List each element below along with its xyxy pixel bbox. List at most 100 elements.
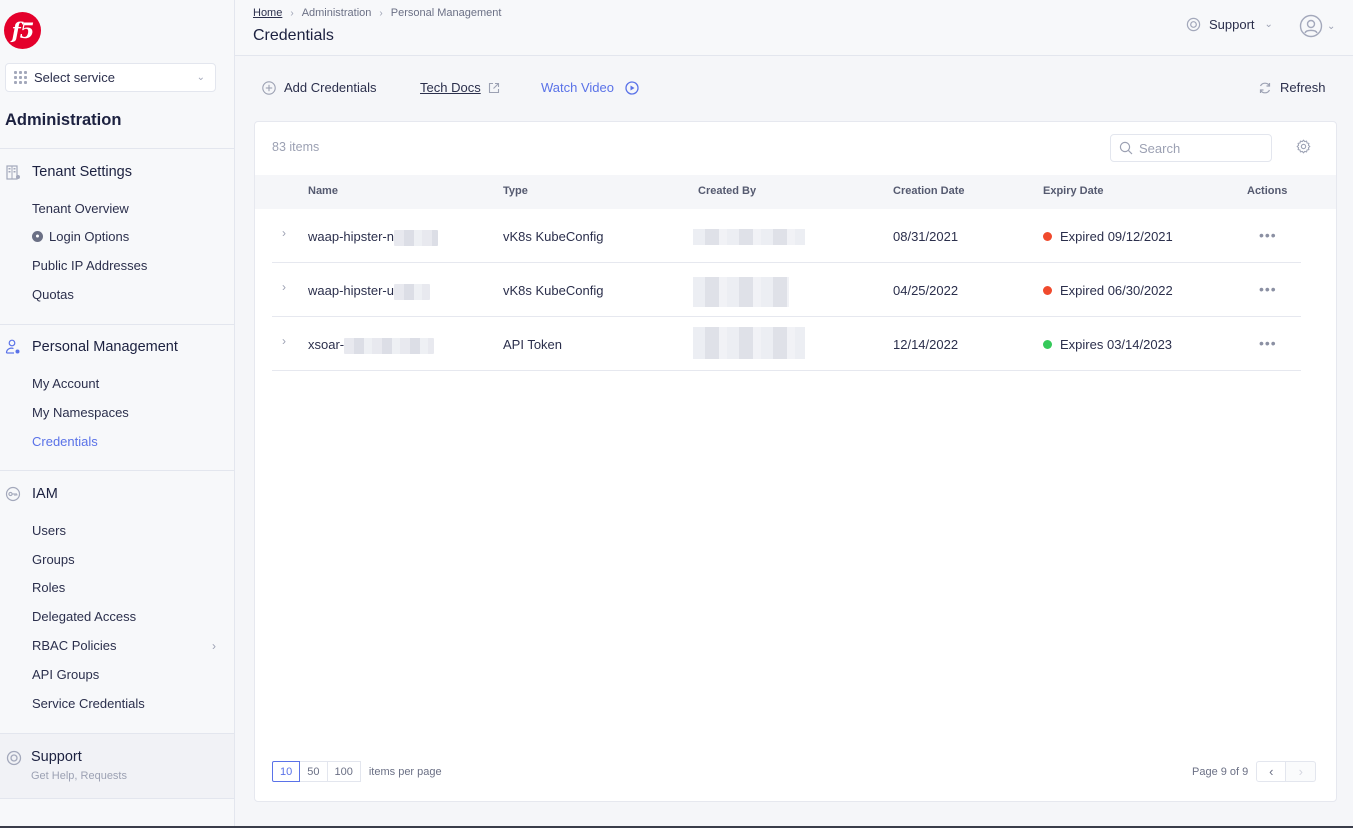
breadcrumb-home[interactable]: Home: [253, 7, 282, 19]
nav-label: Login Options: [49, 229, 130, 244]
search-icon: [1119, 141, 1133, 155]
add-credentials-button[interactable]: Add Credentials: [262, 80, 377, 95]
chevron-down-icon: ⌄: [1327, 20, 1336, 32]
next-page-button[interactable]: ›: [1286, 761, 1317, 782]
sidebar-item-users[interactable]: Users: [32, 523, 66, 538]
row-actions-menu-icon[interactable]: •••: [1259, 281, 1277, 297]
user-circle-icon: [1299, 14, 1323, 38]
table-row[interactable]: › waap-hipster-n vK8s KubeConfig 08/31/2…: [272, 209, 1301, 263]
credentials-table-card: 83 items Name Type Created By Creation D…: [254, 121, 1337, 802]
status-expired-dot: [1043, 232, 1052, 242]
refresh-button[interactable]: Refresh: [1258, 80, 1326, 95]
column-header-name[interactable]: Name: [308, 185, 338, 197]
sidebar-section-tenant-settings[interactable]: Tenant Settings: [5, 164, 132, 180]
column-header-actions: Actions: [1247, 185, 1288, 197]
column-header-created-by[interactable]: Created By: [698, 185, 756, 197]
table-settings-button[interactable]: [1296, 139, 1311, 159]
row-actions-menu-icon[interactable]: •••: [1259, 227, 1277, 243]
section-label: Personal Management: [32, 339, 178, 355]
sidebar-support[interactable]: Support Get Help, Requests: [0, 733, 234, 799]
redacted-created-by: [693, 327, 805, 359]
support-menu-label: Support: [1209, 17, 1255, 32]
expand-row-chevron-icon[interactable]: ›: [282, 280, 286, 294]
select-service-dropdown[interactable]: Select service ⌄: [5, 63, 216, 92]
support-menu-button[interactable]: Support ⌄: [1186, 17, 1273, 32]
sidebar-item-my-account[interactable]: My Account: [32, 376, 99, 391]
sidebar-item-login-options[interactable]: ● Login Options: [32, 229, 129, 244]
breadcrumb-administration[interactable]: Administration: [302, 7, 372, 19]
per-page-option-10[interactable]: 10: [272, 761, 301, 782]
search-field[interactable]: [1110, 134, 1272, 162]
plus-circle-icon: [262, 80, 276, 95]
redacted-block: [394, 283, 430, 300]
select-service-label: Select service: [34, 70, 115, 85]
user-gear-icon: [5, 339, 21, 355]
cell-name: waap-hipster-u: [308, 283, 430, 300]
sidebar-item-tenant-overview[interactable]: Tenant Overview: [32, 201, 129, 216]
column-header-creation-date[interactable]: Creation Date: [893, 185, 965, 197]
watch-video-label: Watch Video: [541, 80, 614, 95]
table-row[interactable]: › xsoar- API Token 12/14/2022 Expires 03…: [272, 317, 1301, 371]
expand-row-chevron-icon[interactable]: ›: [282, 226, 286, 240]
cell-creation-date: 12/14/2022: [893, 337, 959, 352]
nav-label: Groups: [32, 552, 75, 567]
per-page-label: items per page: [368, 765, 442, 778]
items-count: 83 items: [272, 140, 320, 154]
column-header-expiry-date[interactable]: Expiry Date: [1043, 185, 1104, 197]
sidebar-section-iam[interactable]: IAM: [5, 486, 58, 502]
sidebar-item-api-groups[interactable]: API Groups: [32, 667, 99, 682]
sidebar: f5 Select service ⌄ Administration Tenan…: [0, 0, 235, 828]
cell-name: waap-hipster-n: [308, 229, 438, 246]
search-input[interactable]: [1139, 140, 1259, 156]
sidebar-item-quotas[interactable]: Quotas: [32, 287, 74, 302]
cell-creation-date: 04/25/2022: [893, 283, 959, 298]
redacted-block: [394, 229, 438, 246]
expand-row-chevron-icon[interactable]: ›: [282, 334, 286, 348]
sidebar-section-personal-management[interactable]: Personal Management: [5, 339, 178, 355]
cell-name: xsoar-: [308, 337, 435, 354]
divider: [0, 470, 235, 471]
previous-page-button[interactable]: ‹: [1256, 761, 1287, 782]
chevron-down-icon: ⌄: [196, 72, 205, 83]
expiry-text: Expired 09/12/2021: [1060, 229, 1173, 244]
section-label: Tenant Settings: [32, 164, 132, 180]
pagination: Page 9 of 9 ‹ ›: [1192, 761, 1317, 782]
tech-docs-link[interactable]: Tech Docs: [420, 80, 500, 95]
name-text: waap-hipster-u: [308, 283, 394, 298]
tech-docs-label: Tech Docs: [420, 80, 481, 95]
sidebar-item-rbac-policies[interactable]: RBAC Policies ›: [32, 638, 227, 653]
chevron-right-icon: ›: [379, 7, 383, 19]
table-row[interactable]: › waap-hipster-u vK8s KubeConfig 04/25/2…: [272, 263, 1301, 317]
f5-logo[interactable]: f5: [4, 12, 41, 49]
sidebar-item-credentials[interactable]: Credentials: [32, 434, 98, 449]
table-header: Name Type Created By Creation Date Expir…: [255, 175, 1336, 209]
section-label: IAM: [32, 486, 58, 502]
cell-expiry-date: Expires 03/14/2023: [1043, 337, 1172, 352]
cell-creation-date: 08/31/2021: [893, 229, 959, 244]
watch-video-link[interactable]: Watch Video: [541, 80, 639, 95]
chevron-right-icon: ›: [290, 7, 294, 19]
sidebar-title: Administration: [5, 111, 122, 129]
name-text: xsoar-: [308, 337, 345, 352]
per-page-option-50[interactable]: 50: [300, 761, 328, 782]
breadcrumb-personal-management[interactable]: Personal Management: [391, 7, 502, 19]
nav-label: My Account: [32, 376, 100, 391]
per-page-option-100[interactable]: 100: [327, 761, 361, 782]
nav-label: Public IP Addresses: [32, 258, 148, 273]
sidebar-item-roles[interactable]: Roles: [32, 580, 65, 595]
sidebar-item-groups[interactable]: Groups: [32, 552, 75, 567]
breadcrumb: Home › Administration › Personal Managem…: [253, 7, 501, 19]
lock-icon: ●: [32, 231, 43, 242]
cell-expiry-date: Expired 09/12/2021: [1043, 229, 1173, 244]
sidebar-item-public-ip-addresses[interactable]: Public IP Addresses: [32, 258, 147, 273]
page-indicator: Page 9 of 9: [1192, 765, 1249, 778]
sidebar-item-my-namespaces[interactable]: My Namespaces: [32, 405, 129, 420]
chevron-right-icon: ›: [212, 638, 216, 653]
status-active-dot: [1043, 340, 1052, 350]
sidebar-item-service-credentials[interactable]: Service Credentials: [32, 696, 145, 711]
column-header-type[interactable]: Type: [503, 185, 528, 197]
user-menu-button[interactable]: ⌄: [1299, 14, 1335, 38]
lifebuoy-icon: [6, 750, 22, 771]
sidebar-item-delegated-access[interactable]: Delegated Access: [32, 609, 136, 624]
row-actions-menu-icon[interactable]: •••: [1259, 335, 1277, 351]
